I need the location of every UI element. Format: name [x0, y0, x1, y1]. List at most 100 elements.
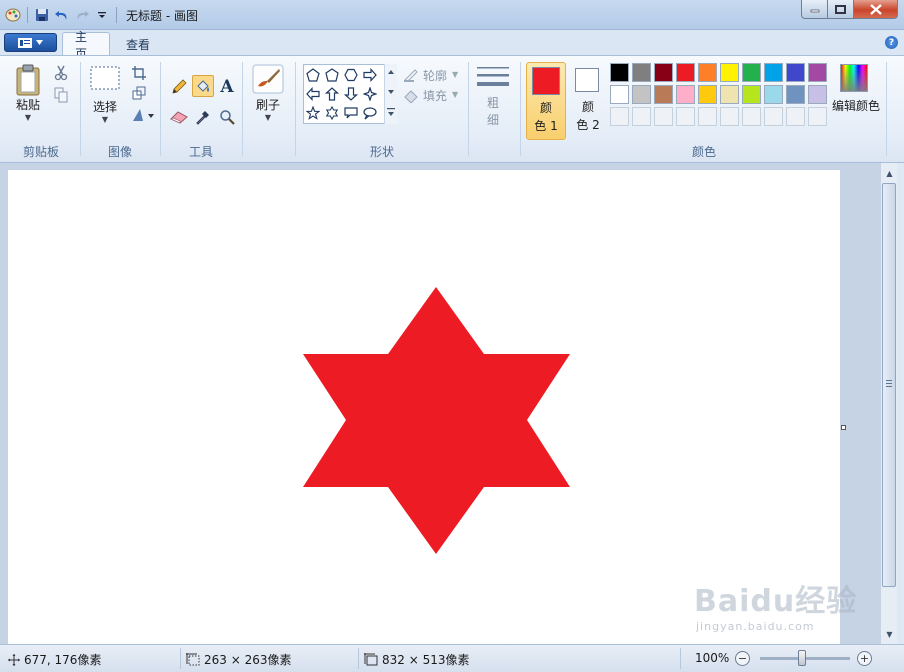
- quick-access-toolbar: [4, 5, 120, 25]
- text-tool-icon[interactable]: A: [216, 76, 238, 98]
- tab-home[interactable]: 主页: [62, 30, 110, 61]
- vertical-scrollbar[interactable]: ▲ ▼: [880, 163, 897, 644]
- minimize-button[interactable]: [801, 0, 828, 19]
- line-width-icon: [477, 67, 509, 86]
- watermark-logo: Baidu经验: [694, 584, 858, 619]
- paste-label: 粘贴: [15, 98, 40, 112]
- save-icon[interactable]: [33, 6, 51, 24]
- chevron-down-icon: ▼: [452, 90, 459, 99]
- chevron-down-icon: ▼: [24, 113, 32, 122]
- toolbar-separator: [27, 7, 28, 23]
- group-separator: [242, 62, 243, 156]
- image-group-label: 图像: [107, 145, 132, 159]
- outline-icon[interactable]: [402, 66, 420, 84]
- color-picker-icon[interactable]: [192, 106, 214, 128]
- tools-group: A 工具: [162, 58, 240, 162]
- help-icon[interactable]: ?: [885, 36, 898, 49]
- image-group: 选择 ▼ 图像: [82, 58, 158, 162]
- status-divider: [180, 648, 181, 669]
- tools-group-label: 工具: [188, 145, 213, 159]
- zoom-level: 100%: [695, 651, 730, 665]
- group-separator: [160, 62, 161, 156]
- watermark: Baidu经验 jingyan.baidu.com: [694, 576, 857, 633]
- brush-icon: [252, 64, 284, 94]
- close-button[interactable]: [854, 0, 898, 19]
- paste-button[interactable]: 粘贴 ▼: [10, 64, 46, 122]
- six-pointed-star: [303, 287, 570, 554]
- zoom-slider-thumb[interactable]: [798, 650, 806, 666]
- maximize-button[interactable]: [828, 0, 854, 19]
- rect-callout-shape-icon[interactable]: [342, 104, 360, 122]
- canvas-resize-handle[interactable]: [841, 425, 846, 430]
- size-label-1: 粗: [486, 96, 499, 110]
- group-separator: [886, 62, 887, 156]
- window-title: 无标题 - 画图: [126, 9, 198, 23]
- five-point-star-shape-icon[interactable]: [304, 104, 322, 122]
- right-arrow-shape-icon[interactable]: [361, 66, 379, 84]
- up-arrow-shape-icon[interactable]: [323, 85, 341, 103]
- clipboard-group-label: 剪贴板: [22, 145, 59, 159]
- chevron-down-icon: ▼: [101, 115, 109, 124]
- brushes-button[interactable]: 刷子 ▼: [248, 64, 288, 122]
- selection-rectangle-icon: [90, 66, 120, 90]
- six-point-star-shape-icon[interactable]: [323, 104, 341, 122]
- scroll-down-arrow-icon[interactable]: ▼: [881, 626, 898, 642]
- clipboard-icon: [16, 64, 40, 96]
- cursor-position-text: 677, 176像素: [24, 653, 102, 667]
- scroll-thumb[interactable]: [882, 183, 896, 587]
- redo-icon[interactable]: [73, 6, 91, 24]
- brushes-label: 刷子: [255, 98, 280, 112]
- paint-app-icon[interactable]: [4, 6, 22, 24]
- eraser-icon[interactable]: [168, 106, 190, 128]
- crop-icon[interactable]: [130, 64, 148, 82]
- undo-icon[interactable]: [53, 6, 71, 24]
- four-point-star-shape-icon[interactable]: [361, 85, 379, 103]
- chevron-down-icon: ▼: [452, 70, 459, 79]
- status-bar: 677, 176像素 263 × 263像素 832 × 513像素 100% …: [0, 644, 904, 672]
- left-arrow-shape-icon[interactable]: [304, 85, 322, 103]
- rotate-icon[interactable]: [130, 106, 156, 124]
- pencil-icon[interactable]: [168, 76, 190, 98]
- fill-bucket-icon[interactable]: [192, 75, 214, 97]
- hexagon-shape-icon[interactable]: [342, 66, 360, 84]
- fill-label: 填充: [423, 89, 448, 103]
- zoom-in-button[interactable]: +: [857, 651, 872, 666]
- customize-toolbar-chevron-down-icon[interactable]: [93, 6, 111, 24]
- shapes-gallery: [303, 64, 397, 124]
- group-separator: [520, 62, 521, 156]
- canvas-size: 832 × 513像素: [364, 651, 470, 668]
- status-divider: [358, 648, 359, 669]
- scroll-up-arrow-icon[interactable]: ▲: [881, 165, 898, 181]
- resize-icon[interactable]: [130, 84, 148, 102]
- cut-icon[interactable]: [52, 64, 70, 82]
- pentagon-alt-shape-icon[interactable]: [323, 66, 341, 84]
- select-label: 选择: [92, 100, 117, 114]
- magnifier-icon[interactable]: [216, 106, 238, 128]
- cursor-position: 677, 176像素: [8, 651, 101, 668]
- size-button[interactable]: 粗 细: [474, 64, 512, 128]
- pentagon-shape-icon[interactable]: [304, 66, 322, 84]
- ribbon: 粘贴 ▼ 剪贴板 选择 ▼ 图像 A 工具 刷子 ▼ 形状 轮廓 ▼ 填充 ▼ …: [0, 55, 904, 163]
- application-menu-button[interactable]: [4, 33, 57, 52]
- canvas-size-icon: [364, 653, 378, 666]
- shapes-gallery-scroll[interactable]: [384, 64, 397, 124]
- selection-size-text: 263 × 263像素: [204, 653, 292, 667]
- selection-size: 263 × 263像素: [186, 651, 292, 668]
- drawing-canvas[interactable]: [8, 170, 840, 644]
- status-divider: [680, 648, 681, 669]
- colors-group: 颜色: [522, 58, 886, 162]
- chevron-down-icon: ▼: [264, 113, 272, 122]
- watermark-url: jingyan.baidu.com: [696, 620, 815, 633]
- down-arrow-shape-icon[interactable]: [342, 85, 360, 103]
- colors-group-label: 颜色: [691, 145, 716, 159]
- tab-view[interactable]: 查看: [114, 32, 162, 56]
- shapes-group-label: 形状: [369, 145, 394, 159]
- select-button[interactable]: 选择 ▼: [86, 66, 124, 124]
- copy-icon[interactable]: [52, 86, 70, 104]
- size-label-2: 细: [486, 113, 499, 127]
- oval-callout-shape-icon[interactable]: [361, 104, 379, 122]
- canvas-size-text: 832 × 513像素: [382, 653, 470, 667]
- group-separator: [80, 62, 81, 156]
- zoom-out-button[interactable]: −: [735, 651, 750, 666]
- fill-icon[interactable]: [402, 87, 420, 105]
